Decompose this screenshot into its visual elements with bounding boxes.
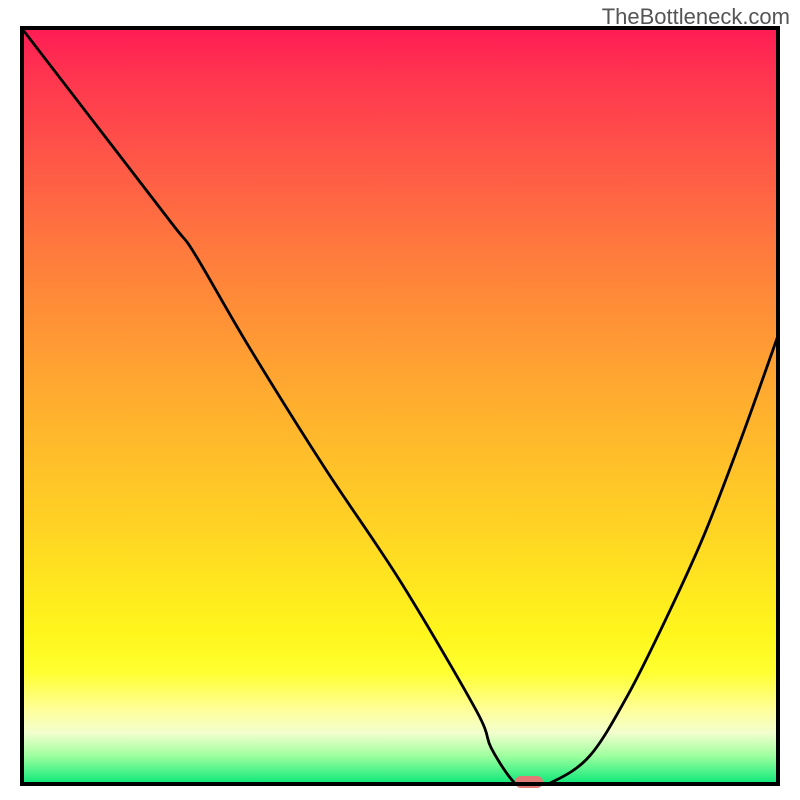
plot-frame: [20, 26, 780, 786]
curve-svg: [20, 26, 780, 786]
bottleneck-curve: [20, 26, 780, 786]
chart-container: TheBottleneck.com: [0, 0, 800, 800]
bottleneck-marker: [515, 776, 543, 788]
